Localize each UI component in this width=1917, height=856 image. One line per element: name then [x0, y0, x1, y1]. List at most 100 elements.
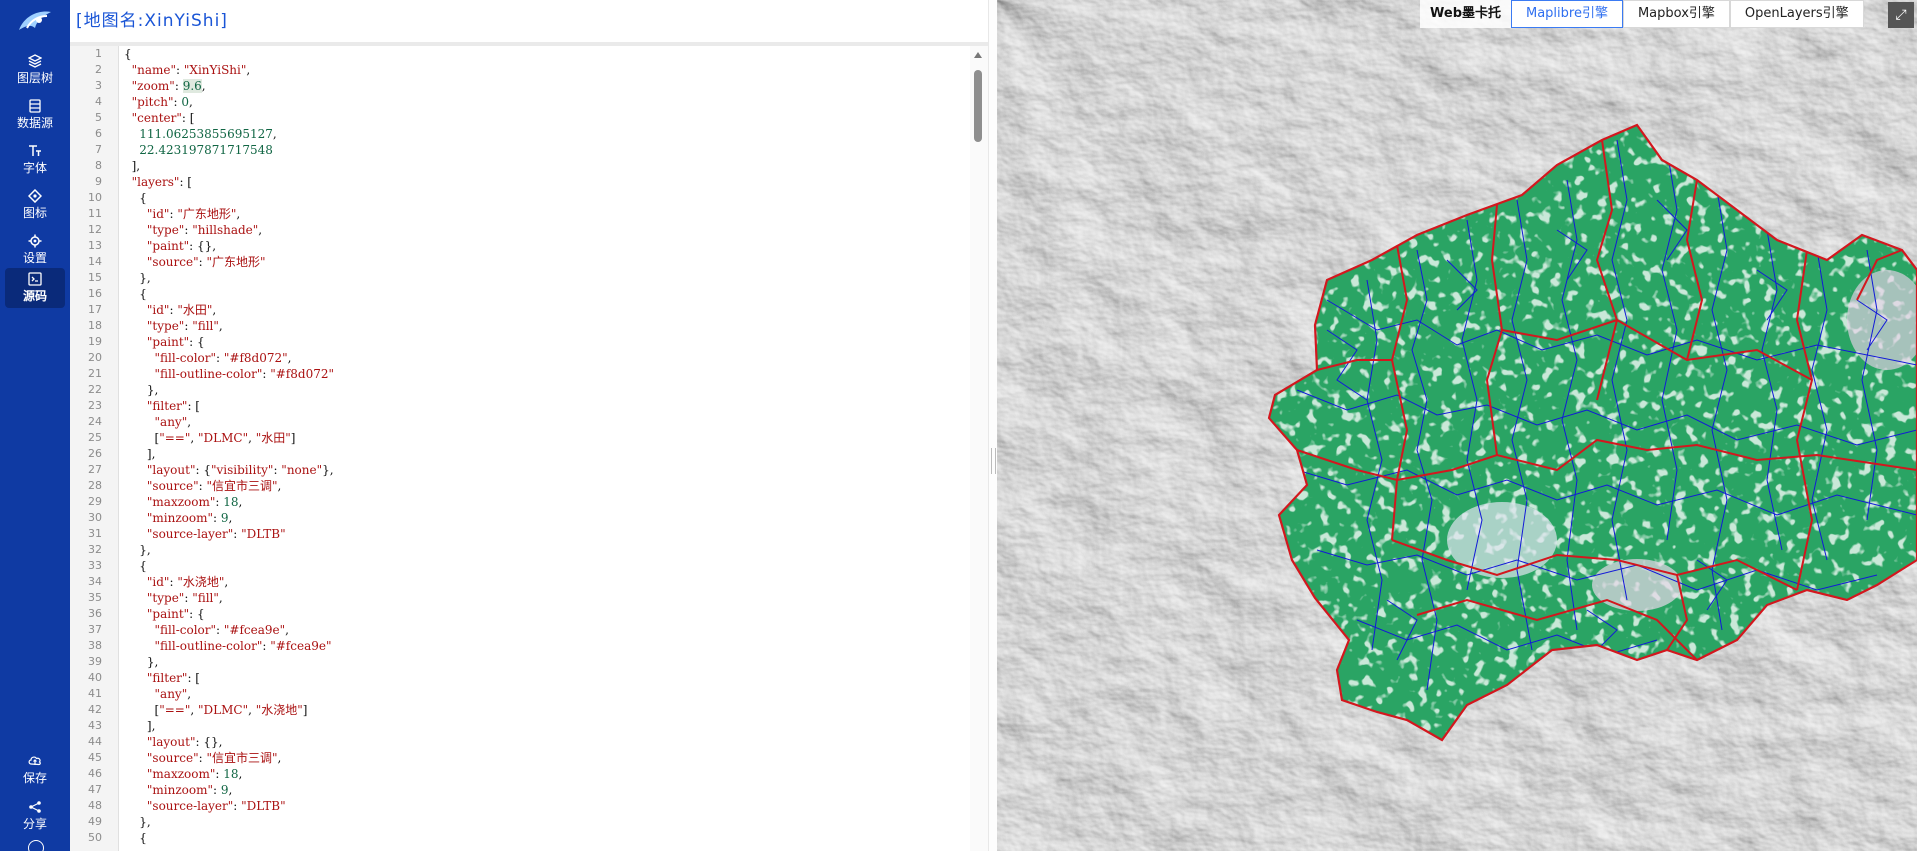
code-icon	[5, 271, 65, 289]
sidebar-item-label: 数据源	[16, 116, 53, 130]
line-number: 26	[88, 447, 102, 460]
share-label: 分享	[22, 817, 47, 831]
editor-scrollbar[interactable]	[970, 46, 988, 851]
line-number: 15	[88, 271, 102, 284]
scroll-up-arrow-icon[interactable]	[974, 52, 982, 58]
code-line: },	[124, 383, 159, 397]
map-name-title: [地图名:XinYiShi]	[76, 11, 228, 31]
line-number: 13	[88, 239, 102, 252]
sidebar-item-data-source[interactable]: 数据源	[5, 95, 65, 135]
code-line: "type": "hillshade",	[146, 223, 263, 237]
line-number: 25	[88, 431, 102, 444]
code-line: },	[124, 543, 151, 557]
code-text-area[interactable]: { "name": "XinYiShi", "zoom": 9.6, "pitc…	[118, 46, 970, 851]
sidebar-item-label: 图标	[22, 206, 47, 220]
line-number: 17	[88, 303, 102, 316]
line-number: 21	[88, 367, 102, 380]
sidebar-item-label: 图层树	[16, 71, 53, 85]
line-number: 46	[88, 767, 102, 780]
code-line: },	[124, 655, 159, 669]
line-number: 20	[88, 351, 102, 364]
engine-tab-openlayers[interactable]: OpenLayers引擎	[1729, 0, 1864, 28]
database-icon	[5, 98, 65, 116]
code-line: "layout": {},	[146, 735, 223, 749]
line-number: 11	[88, 207, 102, 220]
code-line: "source": "信宜市三调",	[146, 479, 282, 493]
line-number: 28	[88, 479, 102, 492]
code-line: 22.423197871717548	[139, 143, 273, 157]
code-line: },	[124, 815, 151, 829]
splitter-grip-icon[interactable]	[991, 448, 996, 474]
line-number: 33	[88, 559, 102, 572]
code-line: "minzoom": 9,	[146, 783, 233, 797]
code-line: "id": "水浇地",	[146, 575, 229, 589]
line-number: 19	[88, 335, 102, 348]
line-number: 24	[88, 415, 102, 428]
share-button[interactable]: 分享	[5, 796, 65, 836]
line-number: 27	[88, 463, 102, 476]
line-number: 16	[88, 287, 102, 300]
line-number: 29	[88, 495, 102, 508]
line-number: 48	[88, 799, 102, 812]
scrollbar-thumb[interactable]	[974, 70, 982, 142]
code-line: {	[124, 831, 147, 845]
code-line: {	[124, 287, 147, 301]
line-number: 4	[95, 95, 102, 108]
fullscreen-icon: ⤢	[1895, 7, 1907, 23]
code-line: "maxzoom": 18,	[146, 495, 243, 509]
line-number: 10	[88, 191, 102, 204]
code-line: "any",	[154, 415, 192, 429]
save-button[interactable]: 保存	[5, 750, 65, 790]
map-canvas[interactable]	[997, 0, 1917, 851]
line-number: 37	[88, 623, 102, 636]
urban-area	[1447, 502, 1557, 578]
more-icon[interactable]	[28, 840, 44, 856]
cloud-save-icon	[5, 753, 65, 771]
line-number: 7	[95, 143, 102, 156]
code-line: "source-layer": "DLTB"	[146, 527, 286, 541]
line-number: 40	[88, 671, 102, 684]
code-line: "layers": [	[131, 175, 192, 189]
line-number: 42	[88, 703, 102, 716]
line-number: 18	[88, 319, 102, 332]
line-number: 22	[88, 383, 102, 396]
sidebar-item-icons[interactable]: 图标	[5, 185, 65, 225]
code-line: "minzoom": 9,	[146, 511, 233, 525]
code-line: "fill-color": "#f8d072",	[154, 351, 292, 365]
line-number: 50	[88, 831, 102, 844]
engine-tab-maplibre[interactable]: Maplibre引擎	[1511, 0, 1623, 28]
map-svg	[997, 0, 1917, 851]
engine-tab-mapbox[interactable]: Mapbox引擎	[1622, 0, 1730, 28]
line-number: 49	[88, 815, 102, 828]
line-number: 35	[88, 591, 102, 604]
sidebar-item-layer-tree[interactable]: 图层树	[5, 50, 65, 90]
line-number: 1	[95, 47, 102, 60]
line-number: 34	[88, 575, 102, 588]
code-line: "source": "广东地形"	[146, 255, 266, 269]
line-number: 36	[88, 607, 102, 620]
sidebar-item-source-code[interactable]: 源码	[5, 268, 65, 308]
code-line: ["==", "DLMC", "水田"]	[124, 431, 296, 445]
code-line: {	[124, 191, 147, 205]
line-number: 30	[88, 511, 102, 524]
fullscreen-button[interactable]: ⤢	[1888, 2, 1914, 28]
code-line: ["==", "DLMC", "水浇地"]	[124, 703, 308, 717]
code-line: },	[124, 271, 151, 285]
line-number: 14	[88, 255, 102, 268]
code-line: "id": "广东地形",	[146, 207, 241, 221]
layers-icon	[5, 53, 65, 71]
line-number: 5	[95, 111, 102, 124]
code-line: "pitch": 0,	[131, 95, 193, 109]
projection-label: Web墨卡托	[1420, 0, 1511, 28]
code-line: "type": "fill",	[146, 319, 223, 333]
sidebar-item-settings[interactable]: 设置	[5, 230, 65, 270]
code-line: "fill-color": "#fcea9e",	[154, 623, 289, 637]
code-line: "paint": {	[146, 607, 205, 621]
code-line: "filter": [	[146, 399, 200, 413]
sidebar-item-font[interactable]: 字体	[5, 140, 65, 180]
code-line: {	[124, 559, 147, 573]
save-label: 保存	[22, 771, 47, 785]
line-number: 6	[95, 127, 102, 140]
sidebar-item-label: 源码	[22, 289, 47, 303]
code-line: "id": "水田",	[146, 303, 217, 317]
